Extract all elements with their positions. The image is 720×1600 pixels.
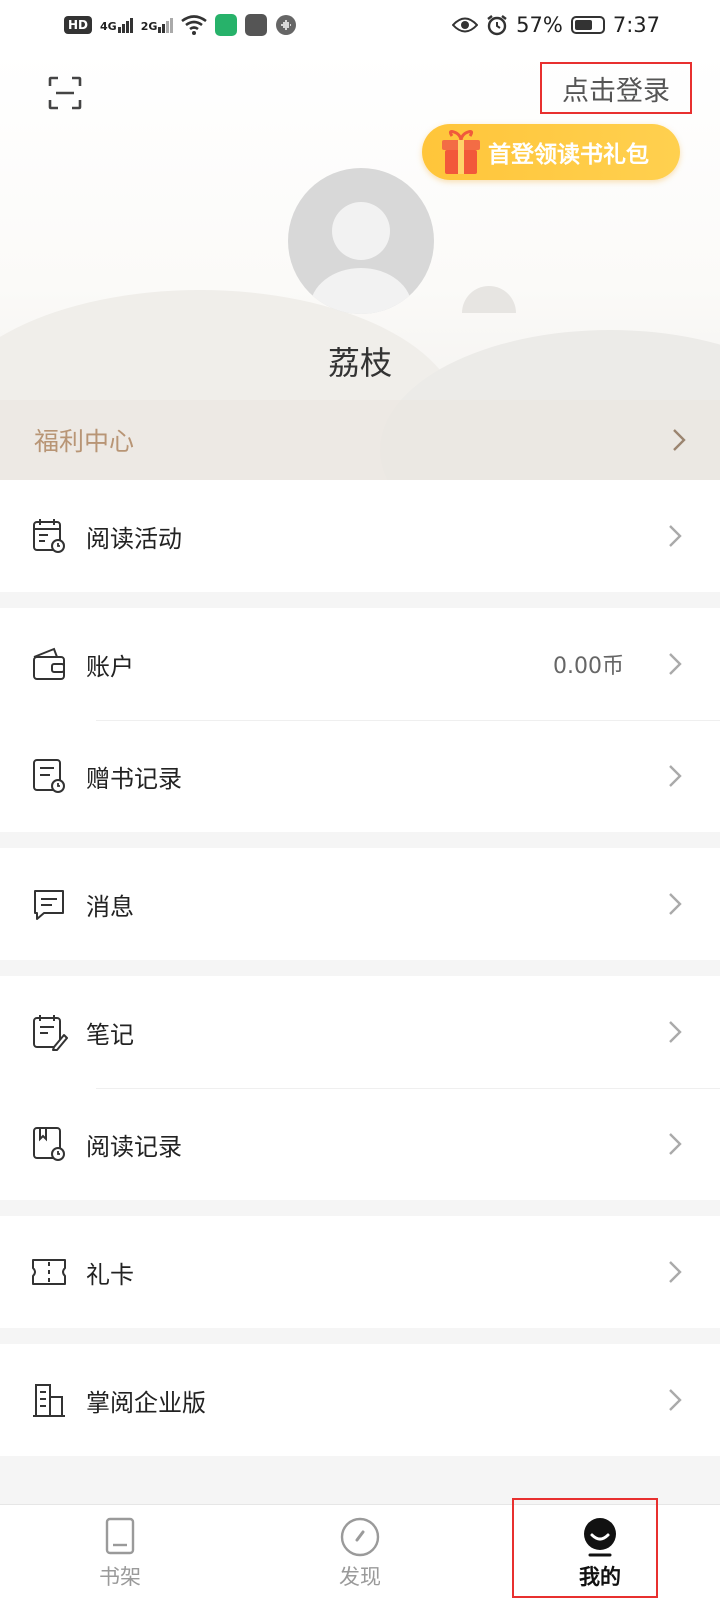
clock: 7:37 bbox=[612, 13, 660, 37]
compass-icon bbox=[340, 1517, 380, 1557]
menu-label: 消息 bbox=[86, 892, 134, 921]
avatar-body bbox=[310, 268, 412, 314]
chevron-right-icon bbox=[669, 1021, 682, 1043]
menu-label: 阅读记录 bbox=[86, 1132, 182, 1161]
chevron-right-icon bbox=[669, 893, 682, 915]
menu-item-messages[interactable]: 消息 bbox=[0, 848, 720, 960]
menu-group-gift-card: 礼卡 bbox=[0, 1216, 720, 1328]
profile-header: 点击登录 首登领读书礼包 荔枝 福利中心 bbox=[0, 50, 720, 480]
menu-label: 赠书记录 bbox=[86, 764, 182, 793]
menu-label: 礼卡 bbox=[86, 1260, 134, 1289]
signal-icon-1: 4G bbox=[100, 17, 133, 33]
wallet-icon bbox=[33, 647, 65, 680]
menu-item-enterprise[interactable]: 掌阅企业版 bbox=[0, 1344, 720, 1456]
wifi-icon bbox=[181, 15, 208, 35]
profile-face-icon bbox=[584, 1518, 616, 1557]
menu-item-gift-record[interactable]: 赠书记录 bbox=[0, 720, 720, 832]
message-icon bbox=[34, 890, 64, 920]
background-moon bbox=[462, 286, 516, 340]
chevron-right-icon bbox=[669, 1133, 682, 1155]
tab-discover[interactable]: 发现 bbox=[240, 1505, 480, 1600]
calendar-clock-icon bbox=[33, 519, 65, 553]
username: 荔枝 bbox=[327, 344, 392, 382]
menu-group-notes: 笔记 阅读记录 bbox=[0, 976, 720, 1200]
menu-label: 笔记 bbox=[86, 1020, 134, 1049]
menu-item-notes[interactable]: 笔记 bbox=[0, 976, 720, 1088]
book-clock-icon bbox=[33, 1127, 65, 1161]
menu-item-reading-activity[interactable]: 阅读活动 bbox=[0, 480, 720, 592]
avatar-head bbox=[332, 202, 390, 260]
signal-icon-2: 2G bbox=[140, 17, 174, 33]
gift-label: 首登领读书礼包 bbox=[488, 142, 649, 168]
tab-label: 我的 bbox=[579, 1565, 621, 1589]
tab-bookshelf[interactable]: 书架 bbox=[0, 1505, 240, 1600]
screen: HD 4G 2G 57% 7:37 点击登录 首登领读书礼包 荔枝 福利中心 阅… bbox=[0, 0, 720, 1600]
welfare-center-label: 福利中心 bbox=[34, 427, 135, 456]
network-label-2: 2G bbox=[140, 19, 158, 33]
battery-percent: 57% bbox=[516, 13, 563, 37]
network-label-1: 4G bbox=[100, 19, 117, 33]
menu-item-account[interactable]: 账户 0.00币 bbox=[0, 608, 720, 720]
chevron-right-icon bbox=[669, 1389, 682, 1411]
building-icon bbox=[33, 1384, 65, 1417]
menu-group-activity: 阅读活动 bbox=[0, 480, 720, 592]
avatar[interactable] bbox=[288, 168, 434, 314]
bag-notification-icon bbox=[245, 14, 268, 36]
status-left: HD 4G 2G bbox=[64, 14, 297, 36]
note-pen-icon bbox=[33, 1015, 68, 1051]
menu-group-enterprise: 掌阅企业版 bbox=[0, 1344, 720, 1456]
menu-item-gift-card[interactable]: 礼卡 bbox=[0, 1216, 720, 1328]
hd-badge: HD bbox=[64, 16, 93, 34]
tab-label: 书架 bbox=[99, 1565, 141, 1589]
account-balance: 0.00币 bbox=[553, 654, 624, 679]
audio-notification-icon bbox=[276, 15, 297, 35]
gift-box-icon bbox=[442, 130, 480, 174]
menu-label: 阅读活动 bbox=[86, 524, 182, 553]
menu-item-reading-record[interactable]: 阅读记录 bbox=[0, 1088, 720, 1200]
first-login-gift-button[interactable]: 首登领读书礼包 bbox=[422, 124, 680, 180]
battery-icon bbox=[570, 16, 605, 34]
status-bar: HD 4G 2G 57% 7:37 bbox=[0, 0, 720, 50]
tab-label: 发现 bbox=[339, 1565, 381, 1589]
chevron-right-icon bbox=[669, 525, 682, 547]
menu-group-account: 账户 0.00币 赠书记录 bbox=[0, 608, 720, 832]
chevron-right-icon bbox=[669, 653, 682, 675]
alarm-icon bbox=[487, 15, 507, 36]
document-clock-icon bbox=[33, 759, 65, 793]
menu-label: 账户 bbox=[86, 652, 134, 681]
chevron-right-icon bbox=[669, 765, 682, 787]
bookshelf-icon bbox=[105, 1517, 135, 1555]
welfare-center-row[interactable]: 福利中心 bbox=[0, 400, 720, 480]
tab-mine[interactable]: 我的 bbox=[480, 1505, 720, 1600]
menu-group-messages: 消息 bbox=[0, 848, 720, 960]
bottom-nav: 书架 发现 我的 bbox=[0, 1504, 720, 1600]
status-right: 57% 7:37 bbox=[452, 13, 660, 37]
login-link[interactable]: 点击登录 bbox=[540, 62, 692, 114]
eye-icon bbox=[452, 17, 479, 33]
app-notification-icon bbox=[215, 14, 238, 36]
menu-label: 掌阅企业版 bbox=[86, 1388, 206, 1417]
scan-icon[interactable] bbox=[48, 76, 82, 110]
chevron-right-icon bbox=[669, 1261, 682, 1283]
ticket-icon bbox=[32, 1259, 66, 1285]
chevron-right-icon bbox=[673, 429, 686, 451]
